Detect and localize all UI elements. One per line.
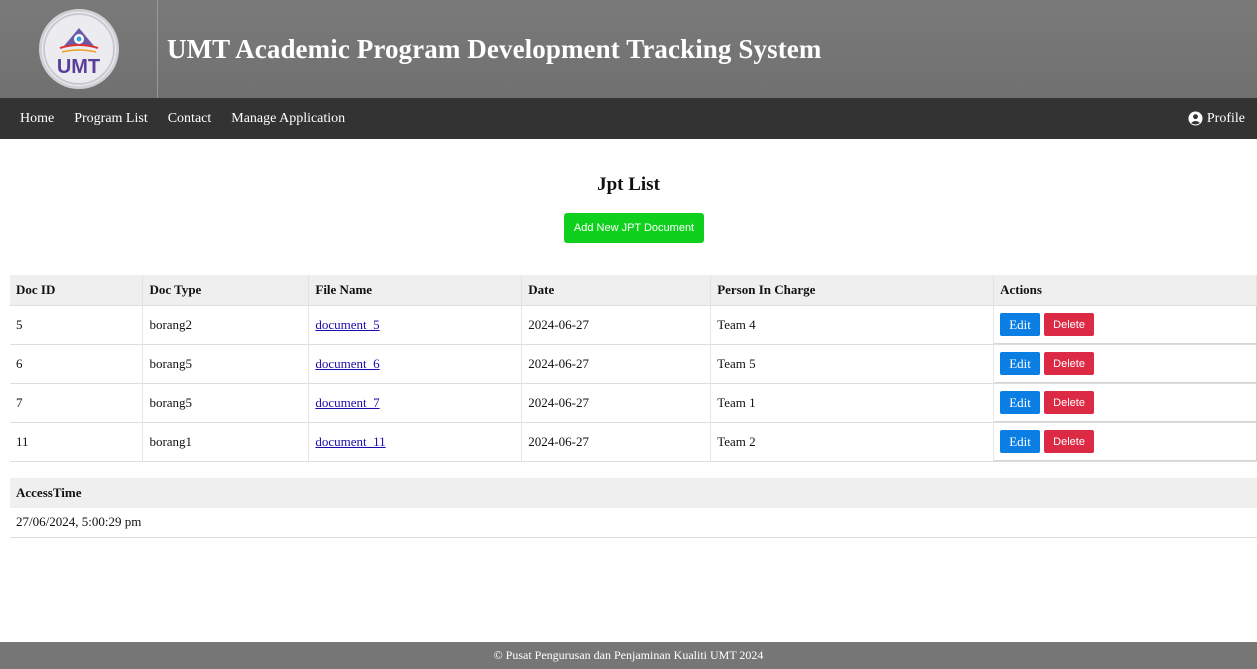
doc-type-cell: borang5 — [142, 343, 310, 383]
add-jpt-document-button[interactable]: Add New JPT Document — [564, 213, 704, 243]
site-header: UMT UMT Academic Program Development Tra… — [0, 0, 1257, 98]
table-row: 6 borang5 document_6 2024-06-27 Team 5 E… — [10, 343, 1257, 383]
access-header-row: AccessTime — [10, 478, 1257, 508]
file-link[interactable]: document_7 — [315, 395, 379, 410]
footer-text: © Pusat Pengurusan dan Penjaminan Kualit… — [493, 648, 764, 662]
date-cell: 2024-06-27 — [521, 421, 712, 462]
actions-cell: Edit Delete — [993, 382, 1257, 422]
file-name-cell: document_11 — [308, 421, 523, 462]
person-cell: Team 4 — [710, 304, 995, 344]
doc-type-cell: borang2 — [142, 304, 310, 344]
person-cell: Team 1 — [710, 382, 995, 422]
delete-button[interactable]: Delete — [1044, 430, 1095, 453]
profile-link[interactable]: Profile — [1188, 111, 1245, 127]
file-link[interactable]: document_11 — [315, 434, 385, 449]
edit-button[interactable]: Edit — [1000, 430, 1041, 453]
doc-id-cell: 7 — [10, 382, 144, 422]
delete-button[interactable]: Delete — [1044, 352, 1095, 375]
column-header: File Name — [308, 275, 523, 305]
column-header: Person In Charge — [710, 275, 995, 305]
column-header: Date — [521, 275, 712, 305]
nav-contact[interactable]: Contact — [168, 111, 212, 127]
column-header: Doc ID — [10, 275, 144, 305]
edit-button[interactable]: Edit — [1000, 391, 1041, 414]
file-link[interactable]: document_6 — [315, 356, 379, 371]
umt-logo[interactable]: UMT — [38, 9, 119, 89]
jpt-table: Doc ID Doc Type File Name Date Person In… — [10, 275, 1257, 462]
main-nav: Home Program List Contact Manage Applica… — [0, 98, 1257, 139]
doc-type-cell: borang5 — [142, 382, 310, 422]
file-name-cell: document_5 — [308, 304, 523, 344]
date-cell: 2024-06-27 — [521, 382, 712, 422]
column-header: Doc Type — [142, 275, 310, 305]
access-time-table: AccessTime 27/06/2024, 5:00:29 pm — [10, 478, 1257, 538]
table-row: 7 borang5 document_7 2024-06-27 Team 1 E… — [10, 382, 1257, 422]
logo-container: UMT — [0, 0, 158, 98]
doc-type-cell: borang1 — [142, 421, 310, 462]
file-link[interactable]: document_5 — [315, 317, 379, 332]
date-cell: 2024-06-27 — [521, 343, 712, 383]
table-row: 5 borang2 document_5 2024-06-27 Team 4 E… — [10, 304, 1257, 344]
date-cell: 2024-06-27 — [521, 304, 712, 344]
access-time-value: 27/06/2024, 5:00:29 pm — [10, 508, 1257, 538]
nav-manage-application[interactable]: Manage Application — [231, 111, 345, 127]
delete-button[interactable]: Delete — [1044, 391, 1095, 414]
edit-button[interactable]: Edit — [1000, 352, 1041, 375]
actions-cell: Edit Delete — [993, 343, 1257, 383]
actions-cell: Edit Delete — [993, 304, 1257, 344]
user-circle-icon — [1188, 111, 1203, 126]
table-header-row: Doc ID Doc Type File Name Date Person In… — [10, 275, 1257, 305]
table-row: 11 borang1 document_11 2024-06-27 Team 2… — [10, 421, 1257, 462]
nav-program-list[interactable]: Program List — [74, 111, 148, 127]
file-name-cell: document_7 — [308, 382, 523, 422]
person-cell: Team 5 — [710, 343, 995, 383]
page-title: Jpt List — [597, 174, 660, 195]
column-header: Actions — [993, 275, 1257, 305]
edit-button[interactable]: Edit — [1000, 313, 1041, 336]
doc-id-cell: 5 — [10, 304, 144, 344]
file-name-cell: document_6 — [308, 343, 523, 383]
delete-button[interactable]: Delete — [1044, 313, 1095, 336]
doc-id-cell: 6 — [10, 343, 144, 383]
profile-label: Profile — [1206, 110, 1245, 126]
access-time-header: AccessTime — [10, 478, 1257, 508]
nav-home[interactable]: Home — [20, 111, 54, 127]
logo-text: UMT — [56, 56, 101, 78]
site-footer: © Pusat Pengurusan dan Penjaminan Kualit… — [0, 642, 1257, 669]
site-title: UMT Academic Program Development Trackin… — [167, 33, 822, 64]
doc-id-cell: 11 — [10, 421, 144, 462]
access-row: 27/06/2024, 5:00:29 pm — [10, 508, 1257, 538]
actions-cell: Edit Delete — [993, 421, 1257, 462]
person-cell: Team 2 — [710, 421, 995, 462]
